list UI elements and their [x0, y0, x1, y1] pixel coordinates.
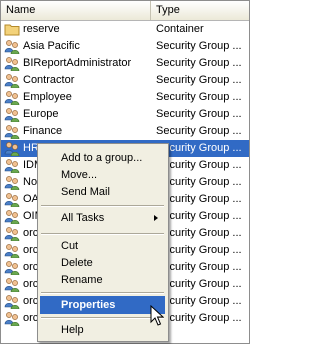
menu-item-add-to-group[interactable]: Add to a group...	[40, 149, 165, 167]
group-icon	[4, 108, 20, 122]
menu-item-all-tasks-label: All Tasks	[61, 212, 105, 224]
item-name: Asia Pacific	[23, 40, 80, 52]
list-item-employee[interactable]: Employee Security Group ...	[1, 89, 249, 106]
item-name: BIReportAdministrator	[23, 57, 132, 69]
group-icon	[4, 278, 20, 292]
group-icon	[4, 142, 20, 156]
group-icon	[4, 210, 20, 224]
item-name: Finance	[23, 125, 63, 137]
menu-item-properties[interactable]: Properties	[40, 296, 165, 314]
group-icon	[4, 57, 20, 71]
item-name: reserve	[23, 23, 60, 35]
group-icon	[4, 40, 20, 54]
column-header-type[interactable]: Type	[151, 1, 249, 20]
group-icon	[4, 159, 20, 173]
group-icon	[4, 261, 20, 275]
list-item-bireportadministrator[interactable]: BIReportAdministrator Security Group ...	[1, 55, 249, 72]
group-icon	[4, 193, 20, 207]
folder-icon	[4, 24, 20, 36]
item-type: Security Group ...	[156, 108, 242, 120]
list-item-asia-pacific[interactable]: Asia Pacific Security Group ...	[1, 38, 249, 55]
menu-item-move[interactable]: Move...	[40, 166, 165, 184]
menu-separator	[41, 292, 164, 294]
item-name: Europe	[23, 108, 59, 120]
item-type: Security Group ...	[156, 57, 242, 69]
group-icon	[4, 74, 20, 88]
item-type: Security Group ...	[156, 125, 242, 137]
list-item-europe[interactable]: Europe Security Group ...	[1, 106, 249, 123]
menu-separator	[41, 205, 164, 207]
group-icon	[4, 295, 20, 309]
column-header-name[interactable]: Name	[1, 1, 151, 20]
list-item-reserve[interactable]: reserve Container	[1, 21, 249, 38]
submenu-arrow-icon	[154, 215, 158, 221]
group-icon	[4, 227, 20, 241]
item-name: Employee	[23, 91, 72, 103]
menu-item-all-tasks[interactable]: All Tasks	[40, 209, 165, 227]
list-item-contractor[interactable]: Contractor Security Group ...	[1, 72, 249, 89]
group-icon	[4, 176, 20, 190]
item-type: Security Group ...	[156, 40, 242, 52]
menu-item-help[interactable]: Help	[40, 321, 165, 339]
group-icon	[4, 244, 20, 258]
list-header: Name Type	[1, 1, 249, 21]
menu-item-rename[interactable]: Rename	[40, 271, 165, 289]
item-type: Container	[156, 23, 204, 35]
menu-separator	[41, 317, 164, 319]
menu-item-delete[interactable]: Delete	[40, 254, 165, 272]
item-type: Security Group ...	[156, 74, 242, 86]
group-icon	[4, 312, 20, 326]
menu-item-cut[interactable]: Cut	[40, 237, 165, 255]
mouse-pointer-icon	[150, 305, 164, 326]
group-icon	[4, 125, 20, 139]
list-item-finance[interactable]: Finance Security Group ...	[1, 123, 249, 140]
item-name: Contractor	[23, 74, 75, 86]
menu-separator	[41, 233, 164, 235]
item-type: Security Group ...	[156, 91, 242, 103]
menu-item-send-mail[interactable]: Send Mail	[40, 183, 165, 201]
group-icon	[4, 91, 20, 105]
